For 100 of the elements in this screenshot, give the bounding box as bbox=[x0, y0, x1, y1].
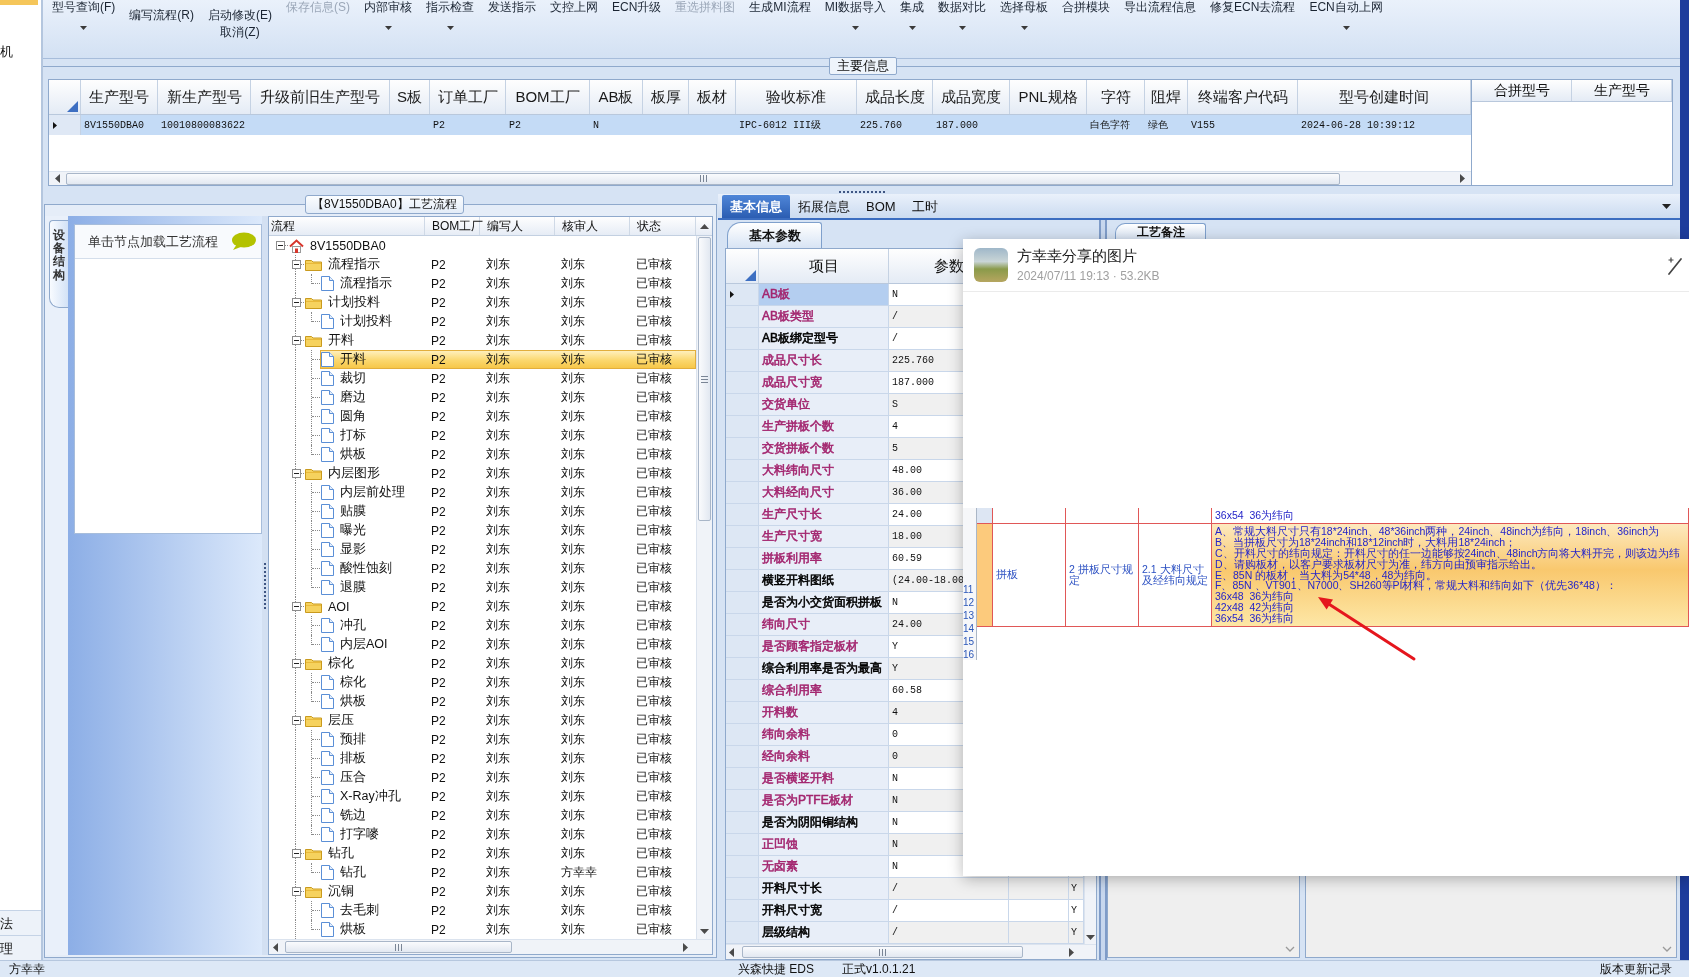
document-icon bbox=[321, 447, 334, 462]
row-header[interactable] bbox=[726, 284, 759, 306]
minus-box-icon[interactable] bbox=[291, 716, 301, 725]
left-arrow-icon[interactable] bbox=[729, 947, 734, 957]
magic-wand-icon[interactable] bbox=[1666, 255, 1683, 275]
node-label: 钻孔 bbox=[340, 864, 366, 881]
scrollbar-thumb[interactable] bbox=[285, 941, 512, 953]
toolbar-button[interactable]: ECN自动上网 bbox=[1309, 0, 1383, 30]
table-cell-text: 已审核 bbox=[635, 693, 673, 710]
scrollbar-thumb[interactable] bbox=[698, 237, 711, 521]
note-line: F、85N 、VT901、N7000、SH260等PI材料，常规大料和纬向如下（优先36*48）： bbox=[1215, 580, 1618, 592]
tab[interactable]: 工时 bbox=[903, 195, 946, 218]
toolbar-button[interactable]: 取消(Z) bbox=[220, 25, 260, 39]
left-arrow-icon[interactable] bbox=[273, 942, 278, 952]
table-cell-text: 刘东 bbox=[485, 256, 511, 273]
table-cell-text: 刘东 bbox=[485, 503, 511, 520]
table-cell: 拼板 bbox=[993, 522, 1066, 628]
toolbar-button[interactable]: 数据对比 bbox=[938, 0, 987, 30]
horizontal-scrollbar[interactable] bbox=[726, 944, 1096, 959]
table-cell-text: 刘东 bbox=[485, 826, 511, 843]
scrollbar-thumb[interactable] bbox=[742, 946, 1023, 958]
toolbar-button[interactable]: MI数据导入 bbox=[824, 0, 887, 30]
table-cell-text: 225.760 bbox=[859, 118, 903, 133]
node-label: 棕化 bbox=[340, 674, 366, 691]
document-icon bbox=[321, 580, 334, 595]
toolbar-button[interactable]: ECN升级 bbox=[612, 0, 662, 14]
up-arrow-icon[interactable] bbox=[699, 223, 709, 229]
minus-box-icon[interactable] bbox=[291, 298, 301, 307]
tree-row[interactable]: 开料 P2 刘东 刘东 已审核 bbox=[320, 350, 696, 369]
column-header: 状态 bbox=[630, 217, 696, 235]
minus-box-icon[interactable] bbox=[291, 336, 301, 345]
document-icon bbox=[321, 523, 334, 538]
property-label: 大料纬向尺寸 bbox=[759, 460, 889, 482]
horizontal-scrollbar[interactable] bbox=[269, 939, 712, 954]
toolbar-button[interactable]: 启动修改(E) bbox=[208, 8, 272, 22]
toolbar-button[interactable]: 文控上网 bbox=[550, 0, 598, 14]
table-cell-text: 刘东 bbox=[560, 484, 586, 501]
table-cell-text: 白色字符 bbox=[1089, 118, 1131, 133]
toolbar-button[interactable]: 生成MI流程 bbox=[749, 0, 811, 14]
changelog-link[interactable]: 版本更新记录 bbox=[1600, 961, 1672, 977]
row-header[interactable] bbox=[49, 115, 81, 135]
node-label: 去毛刺 bbox=[340, 902, 379, 919]
column-header: 验收标准 bbox=[736, 80, 857, 114]
chevron-down-icon[interactable] bbox=[1662, 946, 1672, 952]
minus-box-icon[interactable] bbox=[291, 659, 301, 668]
caret-down-icon[interactable] bbox=[1662, 203, 1671, 209]
document-icon bbox=[321, 770, 334, 785]
toolbar-button[interactable]: 导出流程信息 bbox=[1124, 0, 1197, 14]
vertical-scrollbar[interactable] bbox=[696, 236, 712, 939]
right-arrow-icon[interactable] bbox=[1069, 947, 1074, 957]
nav-item[interactable]: 理 bbox=[0, 935, 41, 960]
column-header: 生产型号 bbox=[81, 80, 158, 114]
right-arrow-icon[interactable] bbox=[683, 942, 688, 952]
minus-box-icon[interactable] bbox=[291, 887, 301, 896]
right-arrow-icon[interactable] bbox=[1460, 174, 1465, 183]
toolbar-button[interactable]: 合拼模块 bbox=[1062, 0, 1111, 14]
table-cell-text: 刘东 bbox=[485, 370, 511, 387]
minus-box-icon[interactable] bbox=[291, 849, 301, 858]
chevron-down-icon[interactable] bbox=[1285, 946, 1295, 952]
nav-item[interactable]: 法 bbox=[0, 910, 41, 935]
scrollbar-thumb[interactable] bbox=[66, 172, 1340, 185]
toolbar-button[interactable]: 选择母板 bbox=[1000, 0, 1049, 30]
column-header: 阻焊 bbox=[1145, 80, 1188, 114]
column-header: 板材 bbox=[689, 80, 736, 114]
table-cell-text: P2 bbox=[430, 637, 447, 652]
toolbar-button[interactable]: 内部审核 bbox=[364, 0, 412, 30]
table-cell-text: 187.000 bbox=[935, 118, 979, 133]
toolbar-button[interactable]: 修复ECN去流程 bbox=[1210, 0, 1296, 14]
table-cell-text: 已审核 bbox=[635, 579, 673, 596]
line-number: 14 bbox=[963, 622, 976, 635]
table-cell-text: 已审核 bbox=[635, 598, 673, 615]
toolbar-button[interactable]: 型号查询(F) bbox=[52, 0, 116, 30]
tab[interactable]: 基本信息 bbox=[722, 195, 790, 218]
down-arrow-icon[interactable] bbox=[700, 929, 709, 934]
document-icon bbox=[321, 751, 334, 766]
toolbar-button[interactable]: 发送指示 bbox=[488, 0, 536, 14]
toolbar-button[interactable]: 集成 bbox=[900, 0, 925, 30]
tab[interactable]: BOM bbox=[858, 195, 904, 218]
property-value: Y bbox=[892, 641, 898, 652]
minus-box-icon[interactable] bbox=[291, 602, 301, 611]
minus-box-icon[interactable] bbox=[291, 469, 301, 478]
toolbar-button[interactable]: 编写流程(R) bbox=[129, 8, 194, 22]
tab[interactable]: 拓展信息 bbox=[790, 195, 858, 218]
left-arrow-icon[interactable] bbox=[55, 174, 60, 183]
tab[interactable]: 基本参数 bbox=[727, 222, 822, 248]
node-label: X-Ray冲孔 bbox=[340, 788, 401, 805]
property-value: 24.00 bbox=[892, 619, 922, 630]
horizontal-scrollbar[interactable] bbox=[49, 171, 1471, 185]
table-cell-text: 刘东 bbox=[560, 731, 586, 748]
minus-box-icon[interactable] bbox=[275, 241, 285, 250]
minus-box-icon[interactable] bbox=[291, 260, 301, 269]
property-value: N bbox=[892, 289, 898, 300]
grip-icon bbox=[699, 175, 707, 182]
document-icon bbox=[321, 789, 334, 804]
table-row[interactable]: 8V1550DBA0 10010800083622 P2 P2 N IPC-6012 III级 225.760 187.000 白色字符 绿色 V155 2024-06-28 10:39:12 bbox=[49, 115, 1471, 135]
vertical-tab[interactable]: 设备结构 bbox=[49, 220, 68, 308]
column-header: 成品宽度 bbox=[933, 80, 1010, 114]
down-arrow-icon[interactable] bbox=[1086, 935, 1095, 940]
toolbar-button[interactable]: 指示检查 bbox=[426, 0, 474, 30]
tab[interactable]: 工艺备注 bbox=[1115, 223, 1206, 239]
